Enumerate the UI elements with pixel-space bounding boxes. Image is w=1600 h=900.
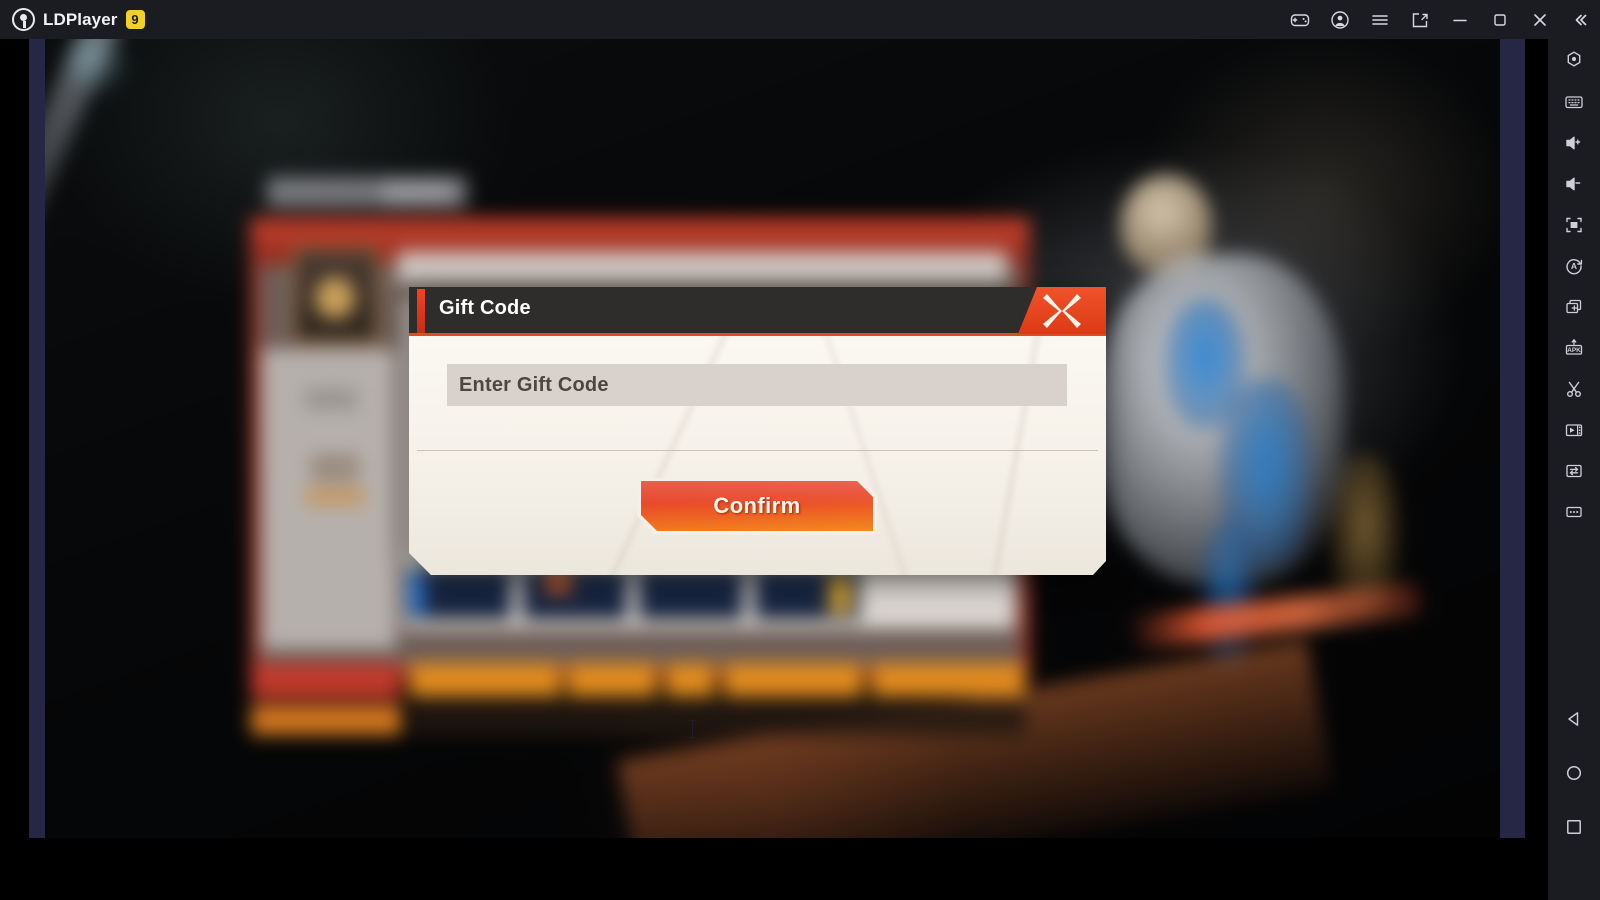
dialog-header-underline xyxy=(409,333,1106,336)
emulator-frame-left xyxy=(29,39,45,838)
window-titlebar[interactable]: LDPlayer 9 xyxy=(0,0,1600,39)
confirm-button-label: Confirm xyxy=(713,493,801,518)
dialog-body: Enter Gift Code Confirm xyxy=(409,336,1106,575)
hamburger-menu-icon[interactable] xyxy=(1360,0,1400,39)
emulator-sidebar: A APK xyxy=(1548,39,1600,900)
volume-down-icon[interactable] xyxy=(1548,163,1600,204)
gift-code-dialog: Gift Code Enter Gift Code Confirm xyxy=(409,287,1106,575)
account-icon[interactable] xyxy=(1320,0,1360,39)
titlebar-controls xyxy=(1280,0,1600,39)
android-back-icon[interactable] xyxy=(1548,692,1600,746)
gamepad-icon[interactable] xyxy=(1280,0,1320,39)
svg-text:APK: APK xyxy=(1567,347,1581,354)
more-options-icon[interactable] xyxy=(1548,491,1600,532)
left-black-band xyxy=(0,39,29,900)
file-transfer-icon[interactable] xyxy=(1548,450,1600,491)
app-name: LDPlayer xyxy=(43,9,118,29)
android-home-icon[interactable] xyxy=(1548,746,1600,800)
android-recents-icon[interactable] xyxy=(1548,800,1600,854)
keyboard-icon[interactable] xyxy=(1548,81,1600,122)
dialog-accent-bar xyxy=(417,289,425,333)
version-badge: 9 xyxy=(125,10,145,29)
close-icon[interactable] xyxy=(1520,0,1560,39)
multi-instance-icon[interactable] xyxy=(1548,286,1600,327)
dialog-header: Gift Code xyxy=(409,287,1106,333)
location-icon[interactable] xyxy=(1548,39,1600,81)
maximize-icon[interactable] xyxy=(1480,0,1520,39)
new-window-icon[interactable] xyxy=(1400,0,1440,39)
svg-text:A: A xyxy=(1571,261,1577,271)
minimize-icon[interactable] xyxy=(1440,0,1480,39)
bottom-black-band xyxy=(0,838,1548,900)
ldplayer-emulator-window: Gift Code Enter Gift Code Confirm LDPlay… xyxy=(0,0,1600,900)
dialog-title: Gift Code xyxy=(439,297,531,319)
install-apk-icon[interactable]: APK xyxy=(1548,327,1600,368)
close-x-icon xyxy=(1043,293,1081,328)
titlebar-brand: LDPlayer 9 xyxy=(0,8,145,31)
scissors-icon[interactable] xyxy=(1548,368,1600,409)
fullscreen-icon[interactable] xyxy=(1548,204,1600,245)
volume-up-icon[interactable] xyxy=(1548,122,1600,163)
text-cursor-icon xyxy=(689,720,696,738)
auto-rotate-icon[interactable]: A xyxy=(1548,245,1600,286)
confirm-button[interactable]: Confirm xyxy=(637,478,877,534)
collapse-icon[interactable] xyxy=(1560,0,1600,39)
emulator-frame-right xyxy=(1500,39,1525,838)
dialog-divider xyxy=(417,450,1098,451)
gift-code-input[interactable]: Enter Gift Code xyxy=(447,364,1067,406)
ldplayer-logo-icon xyxy=(12,8,35,31)
video-record-icon[interactable] xyxy=(1548,409,1600,450)
gift-code-input-placeholder: Enter Gift Code xyxy=(459,373,609,396)
